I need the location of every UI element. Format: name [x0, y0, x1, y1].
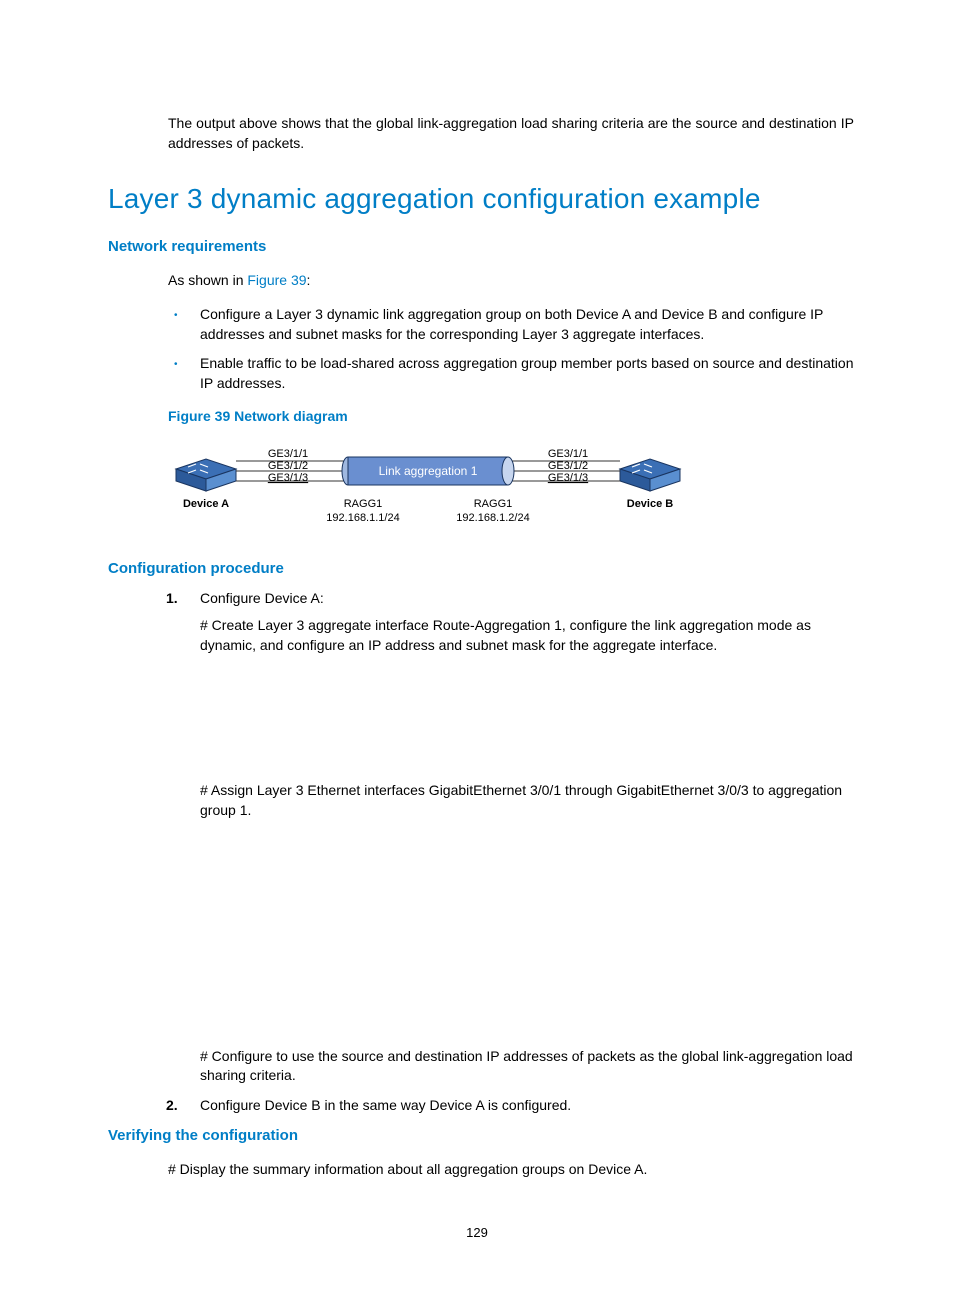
step1-p2: # Assign Layer 3 Ethernet interfaces Gig… [200, 781, 854, 820]
requirements-lead: As shown in Figure 39: [168, 271, 854, 291]
verify-p1: # Display the summary information about … [168, 1160, 854, 1180]
lead-pre: As shown in [168, 272, 247, 288]
ragg-left-name: RAGG1 [344, 498, 383, 510]
device-a-icon [176, 459, 236, 491]
ragg-right-ip: 192.168.1.2/24 [456, 512, 529, 524]
list-item: Enable traffic to be load-shared across … [166, 354, 854, 393]
ragg-left-ip: 192.168.1.1/24 [326, 512, 399, 524]
procedure-steps: Configure Device A: # Create Layer 3 agg… [154, 589, 854, 1116]
verifying-heading: Verifying the configuration [108, 1125, 854, 1146]
page-number: 129 [0, 1224, 954, 1242]
figure-ref-link[interactable]: Figure 39 [247, 272, 306, 288]
port-label: GE3/1/1 [548, 448, 588, 460]
intro-paragraph: The output above shows that the global l… [168, 114, 854, 153]
figure-caption: Figure 39 Network diagram [168, 407, 854, 427]
ragg-right-name: RAGG1 [474, 498, 513, 510]
list-item: Configure a Layer 3 dynamic link aggrega… [166, 305, 854, 344]
step-1: Configure Device A: # Create Layer 3 agg… [154, 589, 854, 1086]
step2-text: Configure Device B in the same way Devic… [200, 1097, 571, 1113]
section-heading: Layer 3 dynamic aggregation configuratio… [108, 179, 854, 218]
device-a-label: Device A [183, 498, 229, 510]
lead-post: : [307, 272, 311, 288]
device-b-icon [620, 459, 680, 491]
port-label: GE3/1/3 [268, 472, 308, 484]
port-label: GE3/1/2 [548, 460, 588, 472]
page: The output above shows that the global l… [0, 0, 954, 1296]
link-aggregation-label: Link aggregation 1 [379, 464, 478, 478]
step1-p3: # Configure to use the source and destin… [200, 1047, 854, 1086]
network-diagram: Device A Device B GE3/1/1 GE3/1/2 GE3/1/… [168, 437, 688, 538]
configuration-procedure-heading: Configuration procedure [108, 558, 854, 579]
port-label: GE3/1/3 [548, 472, 588, 484]
requirements-list: Configure a Layer 3 dynamic link aggrega… [166, 305, 854, 393]
step-2: Configure Device B in the same way Devic… [154, 1096, 854, 1116]
network-requirements-heading: Network requirements [108, 236, 854, 257]
port-label: GE3/1/2 [268, 460, 308, 472]
device-b-label: Device B [627, 498, 674, 510]
port-label: GE3/1/1 [268, 448, 308, 460]
step1-title: Configure Device A: [200, 590, 324, 606]
step1-p1: # Create Layer 3 aggregate interface Rou… [200, 616, 854, 655]
